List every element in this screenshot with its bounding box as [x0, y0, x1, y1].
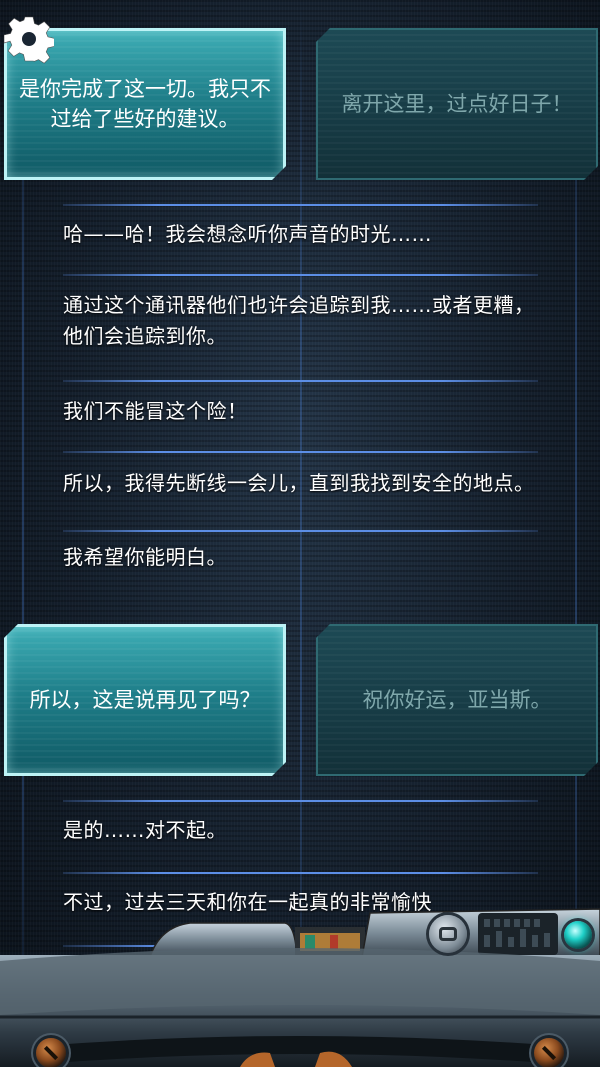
choice-button-top-right[interactable]: 离开这里，过点好日子！: [316, 28, 598, 180]
choice-button-bottom-right[interactable]: 祝你好运，亚当斯。: [316, 624, 598, 776]
dialogue-line: 所以，我得先断线一会儿，直到我找到安全的地点。: [63, 471, 535, 495]
choice-label: 所以，这是说再见了吗？: [29, 688, 261, 712]
dialogue-line: 我们不能冒这个险！: [63, 399, 248, 423]
separator-line: [63, 274, 538, 276]
choice-label: 祝你好运，亚当斯。: [362, 688, 552, 712]
dialogue-line: 我希望你能明白。: [63, 545, 227, 569]
status-light-icon: [564, 921, 592, 949]
bolt-icon: [534, 1038, 564, 1067]
dialogue-line: 是的……对不起。: [63, 818, 227, 842]
gear-icon[interactable]: [4, 14, 54, 64]
choice-button-bottom-left[interactable]: 所以，这是说再见了吗？: [4, 624, 286, 776]
separator-line: [63, 530, 538, 532]
separator-line: [63, 204, 538, 206]
bolt-icon: [36, 1038, 66, 1067]
dialogue-line: 哈——哈！我会想念听你声音的时光……: [63, 222, 432, 246]
console-panel: [0, 908, 600, 1067]
choice-label: 是你完成了这一切。我只不过给了些好的建议。: [19, 77, 271, 131]
dialogue-line: 通过这个通讯器他们也许会追踪到我……或者更糟，他们会追踪到你。: [63, 293, 535, 348]
lock-dial-icon[interactable]: [429, 915, 467, 953]
separator-line: [63, 872, 538, 874]
separator-line: [63, 451, 538, 453]
choice-label: 离开这里，过点好日子！: [341, 92, 573, 116]
game-screen: 是你完成了这一切。我只不过给了些好的建议。 离开这里，过点好日子！ 哈——哈！我…: [0, 0, 600, 1067]
separator-line: [63, 800, 538, 802]
separator-line: [63, 380, 538, 382]
device-console: [0, 905, 600, 1067]
